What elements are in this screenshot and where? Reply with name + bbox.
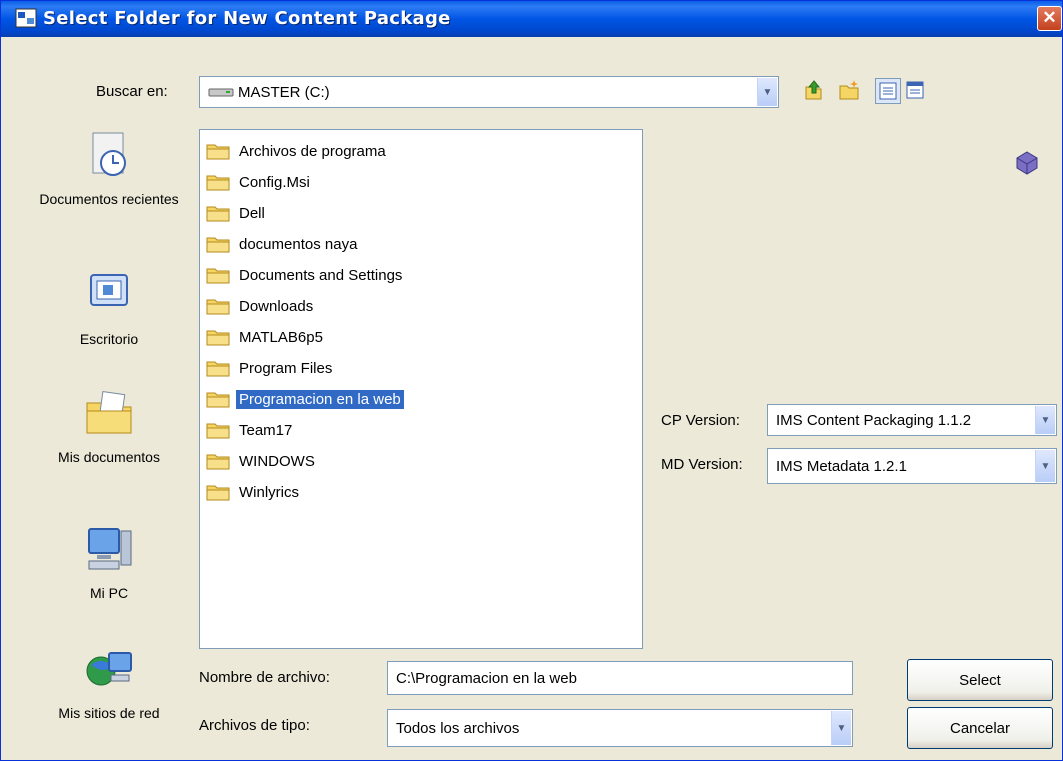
list-item[interactable]: WINDOWS xyxy=(206,447,318,475)
folder-icon xyxy=(206,361,230,377)
folder-icon xyxy=(206,423,230,439)
place-network[interactable]: Mis sitios de red xyxy=(39,643,179,725)
place-my-computer[interactable]: Mi PC xyxy=(39,523,179,605)
list-item[interactable]: Documents and Settings xyxy=(206,261,405,289)
folder-icon xyxy=(206,206,230,222)
cancel-button[interactable]: Cancelar xyxy=(907,707,1053,749)
folder-icon xyxy=(206,237,230,253)
filetype-label: Archivos de tipo: xyxy=(199,717,310,734)
up-folder-icon xyxy=(805,80,822,100)
cp-version-label: CP Version: xyxy=(661,412,740,429)
md-version-combo[interactable]: IMS Metadata 1.2.1 ▼ xyxy=(767,448,1057,484)
filetype-combo[interactable]: Todos los archivos ▼ xyxy=(387,709,853,747)
java-window-icon xyxy=(15,8,37,28)
title-bar[interactable]: Select Folder for New Content Package ✕ xyxy=(1,1,1062,37)
details-view-button[interactable] xyxy=(903,78,927,102)
lookin-value: MASTER (C:) xyxy=(238,83,330,101)
md-version-label: MD Version: xyxy=(661,456,743,473)
select-button[interactable]: Select xyxy=(907,659,1053,701)
md-version-value: IMS Metadata 1.2.1 xyxy=(776,457,907,475)
list-item[interactable]: Dell xyxy=(206,199,268,227)
file-list[interactable]: Archivos de programa Config.Msi Dell doc… xyxy=(199,129,643,649)
window-title: Select Folder for New Content Package xyxy=(43,8,451,29)
list-item[interactable]: Archivos de programa xyxy=(206,137,389,165)
desktop-icon xyxy=(90,274,128,306)
recent-documents-icon xyxy=(92,132,126,176)
lookin-label: Buscar en: xyxy=(96,83,168,100)
folder-icon xyxy=(206,392,230,408)
folder-icon xyxy=(206,485,230,501)
chevron-down-icon[interactable]: ▼ xyxy=(757,78,777,106)
folder-icon xyxy=(206,144,230,160)
list-item[interactable]: Config.Msi xyxy=(206,168,313,196)
places-bar: Documentos recientes Escritorio Mis docu… xyxy=(39,129,179,739)
folder-icon xyxy=(206,175,230,191)
filetype-value: Todos los archivos xyxy=(396,719,520,737)
close-button[interactable]: ✕ xyxy=(1037,6,1062,31)
place-my-documents[interactable]: Mis documentos xyxy=(39,387,179,469)
folder-icon xyxy=(206,299,230,315)
list-item[interactable]: Winlyrics xyxy=(206,478,302,506)
details-view-icon xyxy=(906,81,924,99)
list-view-icon xyxy=(879,82,897,100)
list-item[interactable]: Team17 xyxy=(206,416,295,444)
list-item[interactable]: Program Files xyxy=(206,354,335,382)
folder-icon xyxy=(206,454,230,470)
dialog-window: Select Folder for New Content Package ✕ … xyxy=(0,0,1063,761)
list-item[interactable]: documentos naya xyxy=(206,230,360,258)
cp-version-combo[interactable]: IMS Content Packaging 1.1.2 ▼ xyxy=(767,404,1057,436)
cp-version-value: IMS Content Packaging 1.1.2 xyxy=(776,411,972,429)
list-item[interactable]: Downloads xyxy=(206,292,316,320)
chevron-down-icon[interactable]: ▼ xyxy=(1035,406,1055,434)
place-desktop[interactable]: Escritorio xyxy=(39,269,179,351)
folder-icon xyxy=(206,268,230,284)
filename-label: Nombre de archivo: xyxy=(199,669,330,686)
new-folder-icon xyxy=(839,80,859,100)
my-documents-icon xyxy=(86,391,132,434)
list-item[interactable]: MATLAB6p5 xyxy=(206,323,326,351)
network-places-icon xyxy=(86,652,132,686)
up-folder-button[interactable] xyxy=(801,78,825,102)
new-folder-button[interactable] xyxy=(837,78,861,102)
folder-icon xyxy=(206,330,230,346)
my-computer-icon xyxy=(88,528,132,570)
chevron-down-icon[interactable]: ▼ xyxy=(1035,450,1055,482)
list-item-selected[interactable]: Programacion en la web xyxy=(206,385,404,413)
package-icon xyxy=(1016,151,1038,175)
drive-icon xyxy=(208,88,234,97)
place-recent-documents[interactable]: Documentos recientes xyxy=(39,129,179,211)
lookin-combo[interactable]: MASTER (C:) ▼ xyxy=(199,76,779,108)
list-view-button[interactable] xyxy=(875,78,901,104)
filename-input[interactable]: C:\Programacion en la web xyxy=(387,661,853,695)
chevron-down-icon[interactable]: ▼ xyxy=(831,711,851,745)
